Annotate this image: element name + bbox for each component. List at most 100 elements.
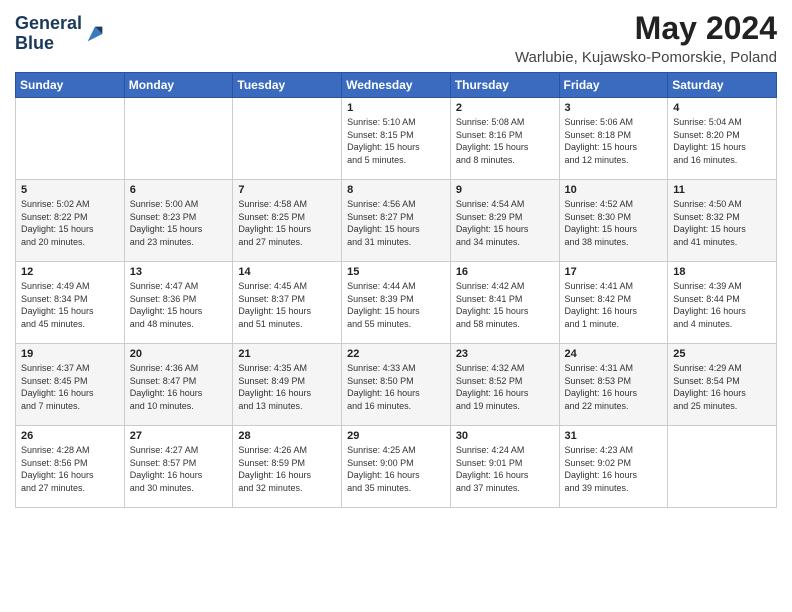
day-cell: 2Sunrise: 5:08 AM Sunset: 8:16 PM Daylig… <box>450 98 559 180</box>
day-number: 28 <box>238 430 336 442</box>
day-number: 13 <box>130 266 228 278</box>
day-cell: 9 Sunrise: 4:54 AM Sunset: 8:29 PM Daylig… <box>450 180 559 262</box>
page: General Blue May 2024 Warlubie, Kujawsko… <box>0 0 792 612</box>
day-cell: 16Sunrise: 4:42 AM Sunset: 8:41 PM Dayli… <box>450 262 559 344</box>
day-cell: 4 Sunrise: 5:04 AM Sunset: 8:20 PM Daylig… <box>668 98 777 180</box>
col-header-friday: Friday <box>559 73 668 98</box>
day-info: Sunrise: 4:35 AM Sunset: 8:49 PM Dayligh… <box>238 362 336 412</box>
day-number: 16 <box>456 266 554 278</box>
day-number: 11 <box>673 184 771 196</box>
day-cell: 24Sunrise: 4:31 AM Sunset: 8:53 PM Dayli… <box>559 344 668 426</box>
day-number: 5 <box>21 184 119 196</box>
day-number: 15 <box>347 266 445 278</box>
week-row-4: 19 Sunrise: 4:37 AM Sunset: 8:45 PM Dayli… <box>16 344 777 426</box>
day-cell: 20Sunrise: 4:36 AM Sunset: 8:47 PM Dayli… <box>124 344 233 426</box>
day-number: 20 <box>130 348 228 360</box>
day-info: Sunrise: 4:54 AM Sunset: 8:29 PM Dayligh… <box>456 198 554 248</box>
day-number: 31 <box>565 430 663 442</box>
col-header-sunday: Sunday <box>16 73 125 98</box>
day-cell <box>16 98 125 180</box>
day-info: Sunrise: 4:37 AM Sunset: 8:45 PM Dayligh… <box>21 362 119 412</box>
day-cell: 8 Sunrise: 4:56 AM Sunset: 8:27 PM Daylig… <box>342 180 451 262</box>
day-info: Sunrise: 4:45 AM Sunset: 8:37 PM Dayligh… <box>238 280 336 330</box>
day-number: 1 <box>347 102 445 114</box>
day-number: 23 <box>456 348 554 360</box>
day-number: 3 <box>565 102 663 114</box>
day-number: 4 <box>673 102 771 114</box>
day-info: Sunrise: 4:28 AM Sunset: 8:56 PM Dayligh… <box>21 444 119 494</box>
week-row-3: 12Sunrise: 4:49 AM Sunset: 8:34 PM Dayli… <box>16 262 777 344</box>
day-cell <box>124 98 233 180</box>
day-number: 27 <box>130 430 228 442</box>
day-number: 21 <box>238 348 336 360</box>
col-header-thursday: Thursday <box>450 73 559 98</box>
day-number: 12 <box>21 266 119 278</box>
day-cell: 27 Sunrise: 4:27 AM Sunset: 8:57 PM Dayli… <box>124 426 233 508</box>
day-cell: 21 Sunrise: 4:35 AM Sunset: 8:49 PM Dayli… <box>233 344 342 426</box>
day-number: 7 <box>238 184 336 196</box>
day-number: 25 <box>673 348 771 360</box>
day-number: 22 <box>347 348 445 360</box>
day-cell: 14 Sunrise: 4:45 AM Sunset: 8:37 PM Dayli… <box>233 262 342 344</box>
day-cell: 13 Sunrise: 4:47 AM Sunset: 8:36 PM Dayli… <box>124 262 233 344</box>
day-cell: 31 Sunrise: 4:23 AM Sunset: 9:02 PM Dayli… <box>559 426 668 508</box>
day-cell <box>668 426 777 508</box>
day-info: Sunrise: 5:10 AM Sunset: 8:15 PM Dayligh… <box>347 116 445 166</box>
day-cell <box>233 98 342 180</box>
calendar-table: SundayMondayTuesdayWednesdayThursdayFrid… <box>15 72 777 508</box>
week-row-2: 5 Sunrise: 5:02 AM Sunset: 8:22 PM Daylig… <box>16 180 777 262</box>
day-info: Sunrise: 4:50 AM Sunset: 8:32 PM Dayligh… <box>673 198 771 248</box>
calendar-body: 1 Sunrise: 5:10 AM Sunset: 8:15 PM Daylig… <box>16 98 777 508</box>
day-cell: 17 Sunrise: 4:41 AM Sunset: 8:42 PM Dayli… <box>559 262 668 344</box>
day-cell: 25Sunrise: 4:29 AM Sunset: 8:54 PM Dayli… <box>668 344 777 426</box>
day-number: 26 <box>21 430 119 442</box>
col-header-saturday: Saturday <box>668 73 777 98</box>
day-number: 18 <box>673 266 771 278</box>
day-number: 9 <box>456 184 554 196</box>
subtitle: Warlubie, Kujawsko-Pomorskie, Poland <box>515 49 777 66</box>
day-info: Sunrise: 5:02 AM Sunset: 8:22 PM Dayligh… <box>21 198 119 248</box>
day-number: 24 <box>565 348 663 360</box>
day-cell: 3 Sunrise: 5:06 AM Sunset: 8:18 PM Daylig… <box>559 98 668 180</box>
day-cell: 10 Sunrise: 4:52 AM Sunset: 8:30 PM Dayli… <box>559 180 668 262</box>
day-info: Sunrise: 4:27 AM Sunset: 8:57 PM Dayligh… <box>130 444 228 494</box>
day-info: Sunrise: 5:04 AM Sunset: 8:20 PM Dayligh… <box>673 116 771 166</box>
header: General Blue May 2024 Warlubie, Kujawsko… <box>15 10 777 66</box>
logo-text: General Blue <box>15 14 82 54</box>
day-number: 2 <box>456 102 554 114</box>
day-info: Sunrise: 4:56 AM Sunset: 8:27 PM Dayligh… <box>347 198 445 248</box>
logo-icon <box>84 23 106 45</box>
day-cell: 30Sunrise: 4:24 AM Sunset: 9:01 PM Dayli… <box>450 426 559 508</box>
day-number: 8 <box>347 184 445 196</box>
day-info: Sunrise: 5:06 AM Sunset: 8:18 PM Dayligh… <box>565 116 663 166</box>
col-header-monday: Monday <box>124 73 233 98</box>
day-cell: 28 Sunrise: 4:26 AM Sunset: 8:59 PM Dayli… <box>233 426 342 508</box>
day-cell: 18Sunrise: 4:39 AM Sunset: 8:44 PM Dayli… <box>668 262 777 344</box>
day-info: Sunrise: 4:52 AM Sunset: 8:30 PM Dayligh… <box>565 198 663 248</box>
day-cell: 29 Sunrise: 4:25 AM Sunset: 9:00 PM Dayli… <box>342 426 451 508</box>
day-info: Sunrise: 4:44 AM Sunset: 8:39 PM Dayligh… <box>347 280 445 330</box>
day-number: 14 <box>238 266 336 278</box>
day-number: 29 <box>347 430 445 442</box>
day-number: 17 <box>565 266 663 278</box>
day-info: Sunrise: 4:25 AM Sunset: 9:00 PM Dayligh… <box>347 444 445 494</box>
day-info: Sunrise: 4:58 AM Sunset: 8:25 PM Dayligh… <box>238 198 336 248</box>
day-info: Sunrise: 4:41 AM Sunset: 8:42 PM Dayligh… <box>565 280 663 330</box>
day-info: Sunrise: 4:24 AM Sunset: 9:01 PM Dayligh… <box>456 444 554 494</box>
title-block: May 2024 Warlubie, Kujawsko-Pomorskie, P… <box>515 10 777 66</box>
logo: General Blue <box>15 14 106 54</box>
day-number: 19 <box>21 348 119 360</box>
day-cell: 6Sunrise: 5:00 AM Sunset: 8:23 PM Daylig… <box>124 180 233 262</box>
day-info: Sunrise: 4:26 AM Sunset: 8:59 PM Dayligh… <box>238 444 336 494</box>
day-number: 6 <box>130 184 228 196</box>
main-title: May 2024 <box>515 10 777 47</box>
day-info: Sunrise: 4:33 AM Sunset: 8:50 PM Dayligh… <box>347 362 445 412</box>
day-info: Sunrise: 4:23 AM Sunset: 9:02 PM Dayligh… <box>565 444 663 494</box>
day-number: 10 <box>565 184 663 196</box>
day-info: Sunrise: 4:32 AM Sunset: 8:52 PM Dayligh… <box>456 362 554 412</box>
day-cell: 1 Sunrise: 5:10 AM Sunset: 8:15 PM Daylig… <box>342 98 451 180</box>
day-cell: 23 Sunrise: 4:32 AM Sunset: 8:52 PM Dayli… <box>450 344 559 426</box>
day-cell: 15 Sunrise: 4:44 AM Sunset: 8:39 PM Dayli… <box>342 262 451 344</box>
day-info: Sunrise: 4:47 AM Sunset: 8:36 PM Dayligh… <box>130 280 228 330</box>
day-cell: 11 Sunrise: 4:50 AM Sunset: 8:32 PM Dayli… <box>668 180 777 262</box>
